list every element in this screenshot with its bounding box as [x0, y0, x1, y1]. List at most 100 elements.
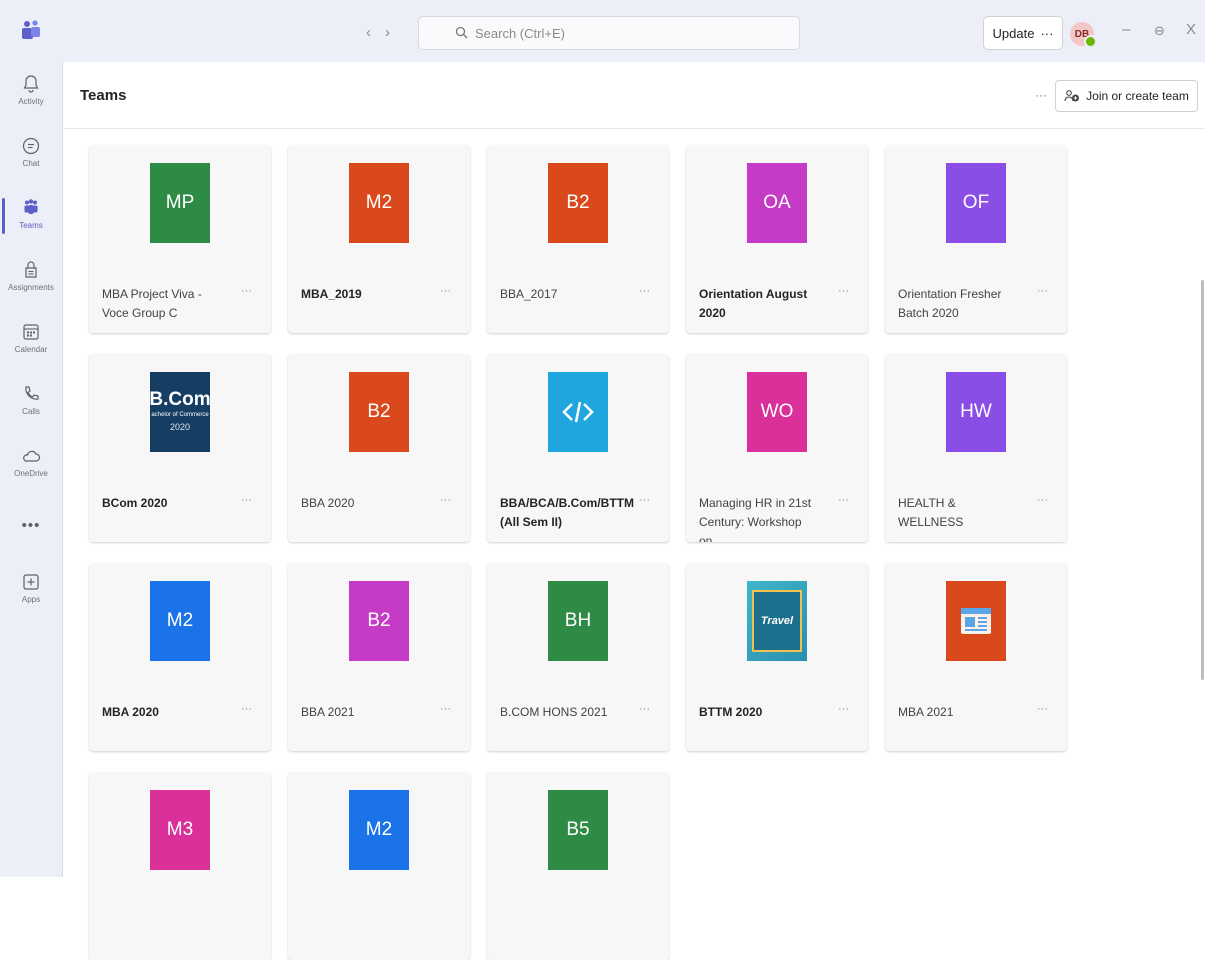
search-input[interactable]: Search (Ctrl+E)	[418, 16, 800, 50]
team-initials: B2	[367, 610, 391, 631]
team-initials: OF	[962, 192, 990, 213]
team-card[interactable]: M2 MBA 2020 ···	[89, 563, 271, 751]
team-name: Orientation August 2020	[699, 287, 808, 320]
team-card[interactable]: B2 BBA 2020 ···	[288, 354, 470, 542]
rail-label: Activity	[18, 97, 44, 106]
team-name: BBA 2021	[301, 705, 355, 719]
team-avatar	[946, 581, 1006, 661]
team-more-options-button[interactable]: ···	[838, 703, 849, 715]
team-card[interactable]: B5	[487, 772, 669, 960]
team-card[interactable]: B2 BBA 2021 ···	[288, 563, 470, 751]
team-avatar: OF	[946, 163, 1006, 243]
team-card[interactable]: BBA/BCA/B.Com/BTTM (All Sem II) ···	[487, 354, 669, 542]
rail-label: Apps	[21, 595, 41, 604]
team-more-options-button[interactable]: ···	[241, 703, 252, 715]
team-card[interactable]: OF Orientation Fresher Batch 2020 ···	[885, 145, 1067, 333]
rail-item-assignments[interactable]: Assignments	[0, 260, 62, 292]
team-more-options-button[interactable]: ···	[440, 703, 451, 715]
scrollbar[interactable]	[1201, 280, 1204, 680]
rail-item-onedrive[interactable]: OneDrive	[0, 446, 62, 478]
team-card[interactable]: M3	[89, 772, 271, 960]
team-avatar: Travel	[747, 581, 807, 661]
team-avatar-text: B.Com	[149, 389, 211, 410]
rail-item-calls[interactable]: Calls	[0, 384, 62, 416]
team-card[interactable]: BH B.COM HONS 2021 ···	[487, 563, 669, 751]
team-more-options-button[interactable]: ···	[1037, 703, 1048, 715]
team-more-options-button[interactable]: ···	[440, 494, 451, 506]
more-apps-button[interactable]: •••	[0, 517, 62, 534]
close-icon[interactable]: X	[1186, 21, 1196, 38]
rail-label: OneDrive	[14, 469, 48, 478]
rail-label: Teams	[19, 221, 43, 230]
header-more-button[interactable]: ···	[1035, 88, 1047, 102]
team-initials: B2	[367, 401, 391, 422]
travel-image-text: Travel	[760, 615, 794, 627]
team-name: MBA 2020	[102, 705, 159, 719]
phone-icon	[25, 386, 39, 400]
team-more-options-button[interactable]: ···	[838, 285, 849, 297]
minimize-icon[interactable]: –	[1122, 21, 1130, 38]
teams-logo-icon	[22, 20, 40, 39]
chat-icon	[22, 137, 40, 155]
rail-label: Calendar	[14, 345, 48, 354]
team-more-options-button[interactable]: ···	[1037, 494, 1048, 506]
team-initials: BH	[564, 610, 592, 631]
teams-grid: MP MBA Project Viva - Voce Group C ··· M2 MB…	[63, 129, 1205, 960]
team-avatar: B2	[349, 372, 409, 452]
rail-item-calendar[interactable]: Calendar	[0, 322, 62, 354]
team-more-options-button[interactable]: ···	[639, 703, 650, 715]
team-initials: OA	[763, 192, 791, 213]
team-card[interactable]: M2	[288, 772, 470, 960]
team-name: HEALTH & WELLNESS	[898, 496, 964, 529]
team-card[interactable]: B2 BBA_2017 ···	[487, 145, 669, 333]
team-initials: M3	[166, 819, 194, 840]
team-avatar: M2	[349, 163, 409, 243]
team-more-options-button[interactable]: ···	[639, 285, 650, 297]
team-initials: HW	[960, 401, 992, 422]
update-button[interactable]: Update ···	[983, 16, 1063, 50]
team-more-options-button[interactable]: ···	[440, 285, 451, 297]
team-name: BBA_2017	[500, 287, 558, 301]
team-avatar: B2	[349, 581, 409, 661]
rail-label: Assignments	[8, 283, 54, 292]
forward-arrow-icon[interactable]: ›	[385, 24, 404, 41]
team-card[interactable]: HW HEALTH & WELLNESS ···	[885, 354, 1067, 542]
teams-icon	[24, 199, 38, 214]
team-initials: MP	[165, 192, 195, 213]
team-avatar: WO	[747, 372, 807, 452]
team-card[interactable]: Travel BTTM 2020 ···	[686, 563, 868, 751]
rail-item-apps[interactable]: Apps	[0, 572, 62, 604]
team-more-options-button[interactable]: ···	[241, 494, 252, 506]
newspaper-icon	[961, 608, 991, 634]
team-more-options-button[interactable]: ···	[1037, 285, 1048, 297]
team-more-options-button[interactable]: ···	[639, 494, 650, 506]
team-avatar-year: 2020	[169, 422, 191, 432]
team-avatar: M3	[150, 790, 210, 870]
avatar[interactable]: DB	[1070, 22, 1097, 48]
back-arrow-icon[interactable]: ‹	[366, 24, 385, 41]
team-card[interactable]: B.Com achelor of Commerce 2020 BCom 2020 ···	[89, 354, 271, 542]
rail-item-teams[interactable]: Teams	[0, 198, 62, 234]
rail-item-chat[interactable]: Chat	[0, 136, 62, 168]
team-card[interactable]: OA Orientation August 2020 ···	[686, 145, 868, 333]
team-avatar: B2	[548, 163, 608, 243]
rail-item-activity[interactable]: Activity	[0, 74, 62, 106]
assignments-icon	[25, 261, 37, 278]
join-or-create-team-button[interactable]: Join or create team	[1055, 80, 1198, 112]
team-card[interactable]: M2 MBA_2019 ···	[288, 145, 470, 333]
team-name: BCom 2020	[102, 496, 168, 510]
team-initials: B2	[566, 192, 590, 213]
search-placeholder: Search (Ctrl+E)	[475, 26, 565, 41]
active-indicator	[2, 198, 5, 234]
teams-header: Teams ··· Join or create team	[63, 62, 1205, 129]
team-more-options-button[interactable]: ···	[838, 494, 849, 506]
team-more-options-button[interactable]: ···	[241, 285, 252, 297]
team-avatar: M2	[349, 790, 409, 870]
calendar-icon	[23, 324, 39, 340]
search-icon	[455, 26, 468, 39]
team-card[interactable]: MP MBA Project Viva - Voce Group C ···	[89, 145, 271, 333]
team-card[interactable]: WO Managing HR in 21st Century: Workshop …	[686, 354, 868, 542]
restore-icon[interactable]: ⊖	[1154, 23, 1165, 39]
team-avatar: B5	[548, 790, 608, 870]
team-card[interactable]: MBA 2021 ···	[885, 563, 1067, 751]
